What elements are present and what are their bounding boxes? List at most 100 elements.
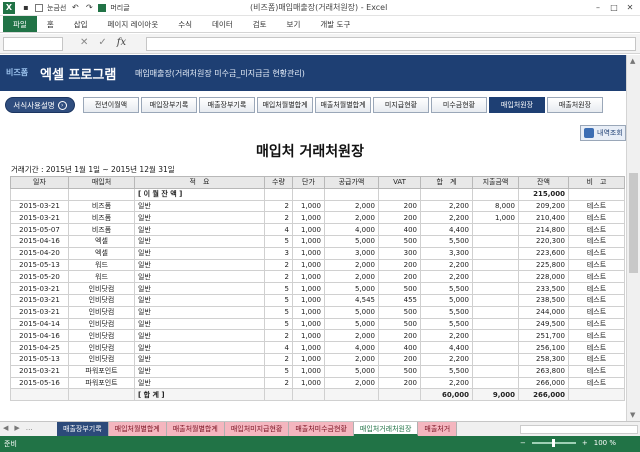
- cell-supply[interactable]: 5,000: [324, 317, 379, 331]
- cell-qty[interactable]: 4: [264, 341, 293, 354]
- sheet-tab[interactable]: 매입처월별합계: [108, 422, 167, 436]
- carryover-balance[interactable]: 215,000: [518, 187, 569, 201]
- cell-paid[interactable]: [472, 258, 519, 272]
- cell-paid[interactable]: [472, 329, 519, 343]
- col-balance[interactable]: 잔액: [518, 176, 569, 189]
- cell-total[interactable]: 5,500: [420, 317, 473, 331]
- cell-date[interactable]: 2015-05-07: [10, 223, 69, 236]
- cell-qty[interactable]: 5: [264, 305, 293, 319]
- cell-summary[interactable]: 일반: [134, 258, 265, 272]
- cell-paid[interactable]: [472, 246, 519, 260]
- cell-vendor[interactable]: 인비닷컴: [68, 305, 135, 319]
- cell-total[interactable]: 5,500: [420, 234, 473, 248]
- cell-supply[interactable]: 5,000: [324, 282, 379, 295]
- cell-unit-price[interactable]: 1,000: [292, 341, 325, 354]
- tab-review[interactable]: 검토: [243, 16, 277, 32]
- cell-vendor[interactable]: 인비닷컴: [68, 317, 135, 331]
- cell-balance[interactable]: 244,000: [518, 305, 569, 319]
- cell-qty[interactable]: 4: [264, 223, 293, 236]
- cell-balance[interactable]: 249,500: [518, 317, 569, 331]
- cell-unit-price[interactable]: 1,000: [292, 364, 325, 378]
- cell-balance[interactable]: 209,200: [518, 199, 569, 213]
- zoom-in-icon[interactable]: +: [582, 439, 588, 447]
- cell-vendor[interactable]: 인비닷컴: [68, 282, 135, 295]
- close-button[interactable]: ✕: [622, 0, 638, 15]
- cell-qty[interactable]: 2: [264, 199, 293, 213]
- tab-developer[interactable]: 개발 도구: [310, 16, 360, 32]
- cell-vat[interactable]: 500: [378, 317, 421, 331]
- cell-qty[interactable]: 2: [264, 270, 293, 284]
- help-button[interactable]: 서식사용설명 ›: [5, 97, 75, 113]
- sheet-tab[interactable]: 매출장부기록: [57, 422, 109, 436]
- col-note[interactable]: 비 고: [568, 176, 625, 189]
- cell-total[interactable]: 5,500: [420, 282, 473, 295]
- cell-supply[interactable]: 2,000: [324, 376, 379, 390]
- cell-vat[interactable]: 500: [378, 234, 421, 248]
- cell-summary[interactable]: 일반: [134, 293, 265, 307]
- nav-tab-carryover[interactable]: 전년이월액: [83, 97, 139, 113]
- nav-tab-sales-account[interactable]: 매출처원장: [547, 97, 603, 113]
- cell-date[interactable]: 2015-03-21: [10, 293, 69, 307]
- cell-summary[interactable]: 일반: [134, 317, 265, 331]
- cell-note[interactable]: 테스트: [568, 223, 625, 236]
- cell-qty[interactable]: 2: [264, 352, 293, 366]
- cell-qty[interactable]: 3: [264, 246, 293, 260]
- prev-sheet-icon[interactable]: ◀: [3, 424, 8, 432]
- cell-unit-price[interactable]: 1,000: [292, 258, 325, 272]
- cell-vendor[interactable]: 비즈폼: [68, 199, 135, 213]
- cell-balance[interactable]: 210,400: [518, 211, 569, 225]
- cell-date[interactable]: 2015-05-20: [10, 270, 69, 284]
- cell[interactable]: [472, 187, 519, 201]
- cell-note[interactable]: 테스트: [568, 211, 625, 225]
- cell-summary[interactable]: 일반: [134, 352, 265, 366]
- cell-note[interactable]: 테스트: [568, 352, 625, 366]
- cell-date[interactable]: 2015-04-25: [10, 341, 69, 354]
- cell-supply[interactable]: 2,000: [324, 270, 379, 284]
- cell-qty[interactable]: 5: [264, 364, 293, 378]
- cell-summary[interactable]: 일반: [134, 246, 265, 260]
- cell-unit-price[interactable]: 1,000: [292, 246, 325, 260]
- cell-note[interactable]: 테스트: [568, 293, 625, 307]
- cell-total[interactable]: 2,200: [420, 258, 473, 272]
- cell-supply[interactable]: 5,000: [324, 305, 379, 319]
- zoom-out-icon[interactable]: −: [520, 439, 526, 447]
- cell-supply[interactable]: 3,000: [324, 246, 379, 260]
- cell-qty[interactable]: 5: [264, 282, 293, 295]
- cell-supply[interactable]: 4,545: [324, 293, 379, 307]
- cell-note[interactable]: 테스트: [568, 364, 625, 378]
- cell-unit-price[interactable]: 1,000: [292, 305, 325, 319]
- cell[interactable]: [68, 187, 135, 201]
- cell-unit-price[interactable]: 1,000: [292, 199, 325, 213]
- cell-total[interactable]: 5,500: [420, 305, 473, 319]
- cell-note[interactable]: 테스트: [568, 376, 625, 390]
- cell-vat[interactable]: 200: [378, 211, 421, 225]
- col-qty[interactable]: 수량: [264, 176, 293, 189]
- tab-insert[interactable]: 삽입: [64, 16, 98, 32]
- nav-tab-purchase-monthly[interactable]: 매입처월별합계: [257, 97, 313, 113]
- cell-unit-price[interactable]: 1,000: [292, 376, 325, 390]
- cell-paid[interactable]: [472, 352, 519, 366]
- col-total[interactable]: 합 계: [420, 176, 473, 189]
- nav-tab-sales-monthly[interactable]: 매출처월별합계: [315, 97, 371, 113]
- cell-balance[interactable]: 256,100: [518, 341, 569, 354]
- total-label[interactable]: [ 합 계 ]: [134, 388, 265, 402]
- cell-vat[interactable]: 200: [378, 258, 421, 272]
- cell-vat[interactable]: 200: [378, 376, 421, 390]
- cell-balance[interactable]: 225,800: [518, 258, 569, 272]
- cell-date[interactable]: 2015-04-16: [10, 329, 69, 343]
- cell-note[interactable]: 테스트: [568, 234, 625, 248]
- tab-formulas[interactable]: 수식: [168, 16, 202, 32]
- cell-total[interactable]: 4,400: [420, 341, 473, 354]
- cell-note[interactable]: 테스트: [568, 317, 625, 331]
- cell-paid[interactable]: 8,000: [472, 199, 519, 213]
- cell-supply[interactable]: 2,000: [324, 199, 379, 213]
- cell-note[interactable]: 테스트: [568, 305, 625, 319]
- cell-balance[interactable]: 220,300: [518, 234, 569, 248]
- cell-vat[interactable]: 400: [378, 223, 421, 236]
- col-unit-price[interactable]: 단가: [292, 176, 325, 189]
- cell-total[interactable]: 2,200: [420, 270, 473, 284]
- cell-total[interactable]: 2,200: [420, 199, 473, 213]
- cell-balance[interactable]: 228,000: [518, 270, 569, 284]
- cell-unit-price[interactable]: 1,000: [292, 352, 325, 366]
- restore-button[interactable]: □: [606, 0, 622, 15]
